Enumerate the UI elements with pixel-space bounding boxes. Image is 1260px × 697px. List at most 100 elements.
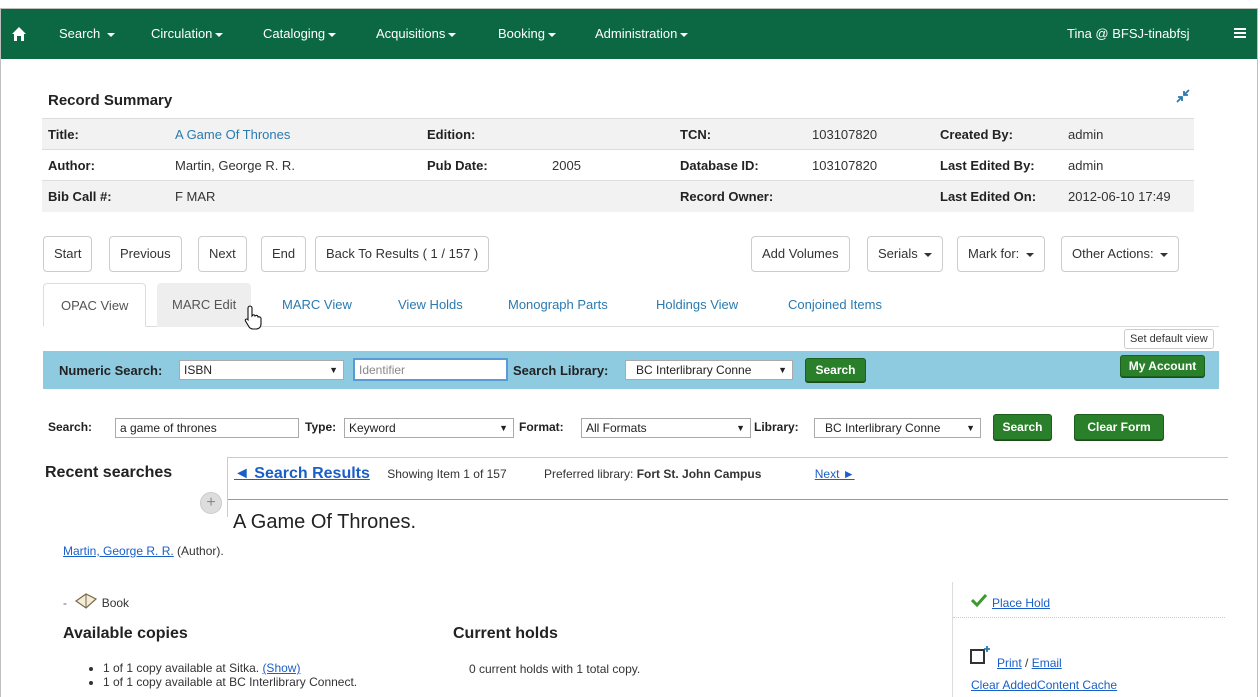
- search-button[interactable]: Search: [993, 414, 1052, 440]
- summary-value: admin: [1062, 149, 1194, 181]
- hamburger-menu-icon[interactable]: [1234, 28, 1246, 40]
- summary-value: [546, 118, 674, 150]
- menu-administration[interactable]: Administration: [595, 26, 689, 41]
- divider: [953, 617, 1225, 618]
- list-item: 1 of 1 copy available at BC Interlibrary…: [103, 675, 357, 689]
- clear-cache-link[interactable]: Clear AddedContent Cache: [971, 678, 1117, 692]
- serials-button[interactable]: Serials: [867, 236, 944, 272]
- menu-cataloging[interactable]: Cataloging: [263, 26, 337, 41]
- tab-conjoined-items[interactable]: Conjoined Items: [788, 283, 882, 327]
- add-volumes-button[interactable]: Add Volumes: [751, 236, 850, 272]
- record-title-link[interactable]: A Game Of Thrones: [175, 127, 290, 142]
- summary-label: [421, 180, 546, 212]
- my-account-button[interactable]: My Account: [1120, 355, 1205, 377]
- showing-count: Showing Item 1 of 157: [387, 467, 507, 481]
- home-icon[interactable]: [11, 26, 27, 42]
- library-select[interactable]: BC Interlibrary Conne ▼: [814, 418, 981, 438]
- tab-marc-edit[interactable]: MARC Edit: [157, 283, 252, 327]
- summary-label: TCN:: [674, 118, 806, 150]
- menu-acquisitions[interactable]: Acquisitions: [376, 26, 457, 41]
- caret-down-icon: [328, 32, 337, 37]
- summary-value: admin: [1062, 118, 1194, 150]
- caret-down-icon: [448, 32, 457, 37]
- list-item: 1 of 1 copy available at Sitka. (Show): [103, 661, 357, 675]
- start-button[interactable]: Start: [43, 236, 93, 272]
- summary-label: Database ID:: [674, 149, 806, 181]
- summary-label: Last Edited By:: [934, 149, 1062, 181]
- numeric-type-select[interactable]: ISBN ▼: [179, 360, 344, 380]
- tab-view-holds[interactable]: View Holds: [398, 283, 463, 327]
- summary-label: Edition:: [421, 118, 546, 150]
- set-default-view-button[interactable]: Set default view: [1124, 329, 1214, 349]
- search-results-link[interactable]: ◄ Search Results: [234, 465, 370, 482]
- expand-recent-searches-button[interactable]: +: [200, 492, 222, 514]
- caret-down-icon: [1160, 252, 1169, 257]
- dropdown-arrow-icon: ▼: [966, 423, 975, 433]
- summary-label: Title:: [42, 118, 169, 150]
- summary-label: Created By:: [934, 118, 1062, 150]
- app-window: Search Circulation Cataloging Acquisitio…: [0, 8, 1258, 697]
- print-email-links: Print / Email: [997, 656, 1062, 670]
- recent-searches-heading: Recent searches: [45, 464, 173, 481]
- email-link[interactable]: Email: [1032, 656, 1062, 670]
- author-link[interactable]: Martin, George R. R.: [63, 544, 174, 558]
- available-copies-heading: Available copies: [63, 625, 188, 642]
- menu-search[interactable]: Search: [59, 26, 115, 41]
- preferred-library-label: Preferred library:: [544, 467, 634, 481]
- search-type-select[interactable]: Keyword ▼: [344, 418, 514, 438]
- back-to-results-button[interactable]: Back To Results ( 1 / 157 ): [315, 236, 490, 272]
- collapse-icon[interactable]: [1175, 88, 1191, 104]
- clear-form-button[interactable]: Clear Form: [1074, 414, 1164, 440]
- summary-value: [546, 180, 674, 212]
- other-actions-button[interactable]: Other Actions:: [1061, 236, 1180, 272]
- identifier-input[interactable]: Identifier: [353, 358, 508, 381]
- tab-monograph-parts[interactable]: Monograph Parts: [508, 283, 608, 327]
- caret-down-icon: [215, 32, 224, 37]
- show-copies-link[interactable]: (Show): [262, 661, 300, 675]
- next-result-link[interactable]: Next ►: [815, 467, 855, 481]
- search-query-input[interactable]: a game of thrones: [115, 418, 299, 438]
- menu-booking[interactable]: Booking: [498, 26, 556, 41]
- available-copies-list: 1 of 1 copy available at Sitka. (Show) 1…: [89, 661, 357, 689]
- numeric-library-select[interactable]: BC Interlibrary Conne ▼: [625, 360, 793, 380]
- mark-for-button[interactable]: Mark for:: [957, 236, 1045, 272]
- dropdown-arrow-icon: ▼: [329, 365, 338, 375]
- hand-cursor-icon: [244, 305, 262, 330]
- book-icon: [75, 593, 98, 609]
- dropdown-arrow-icon: ▼: [778, 365, 787, 375]
- summary-row: Author: Martin, George R. R. Pub Date: 2…: [42, 149, 1194, 181]
- tab-opac-view[interactable]: OPAC View: [43, 283, 147, 327]
- place-hold-link[interactable]: Place Hold: [992, 596, 1050, 610]
- next-button[interactable]: Next: [198, 236, 247, 272]
- summary-value: [806, 180, 934, 212]
- preferred-library-value: Fort St. John Campus: [636, 467, 762, 481]
- caret-down-icon: [680, 32, 689, 37]
- summary-value: 2005: [546, 149, 674, 181]
- tab-holdings-view[interactable]: Holdings View: [656, 283, 738, 327]
- record-summary-title: Record Summary: [48, 92, 173, 109]
- caret-down-icon: [1025, 252, 1034, 257]
- previous-button[interactable]: Previous: [109, 236, 182, 272]
- numeric-search-button[interactable]: Search: [805, 358, 866, 382]
- menu-circulation[interactable]: Circulation: [151, 26, 224, 41]
- results-nav: ◄ Search Results Showing Item 1 of 157 P…: [234, 465, 855, 483]
- user-menu[interactable]: Tina @ BFSJ-tinabfsj: [1067, 26, 1190, 41]
- print-link[interactable]: Print: [997, 656, 1022, 670]
- summary-label: Record Owner:: [674, 180, 806, 212]
- current-holds-heading: Current holds: [453, 625, 558, 642]
- divider: [227, 457, 228, 517]
- author-line: Martin, George R. R. (Author).: [63, 544, 224, 558]
- format-select[interactable]: All Formats ▼: [581, 418, 751, 438]
- format-label: Format:: [519, 420, 564, 434]
- tab-marc-view[interactable]: MARC View: [282, 283, 352, 327]
- end-button[interactable]: End: [261, 236, 307, 272]
- divider: [952, 582, 953, 697]
- divider: [228, 457, 1228, 458]
- library-label: Library:: [754, 420, 799, 434]
- caret-down-icon: [547, 32, 556, 37]
- caret-down-icon: [924, 252, 933, 257]
- type-label: Type:: [305, 420, 337, 434]
- dropdown-arrow-icon: ▼: [499, 423, 508, 433]
- record-tabs: OPAC View MARC Edit MARC View View Holds…: [43, 275, 1219, 327]
- summary-label: Last Edited On:: [934, 180, 1062, 212]
